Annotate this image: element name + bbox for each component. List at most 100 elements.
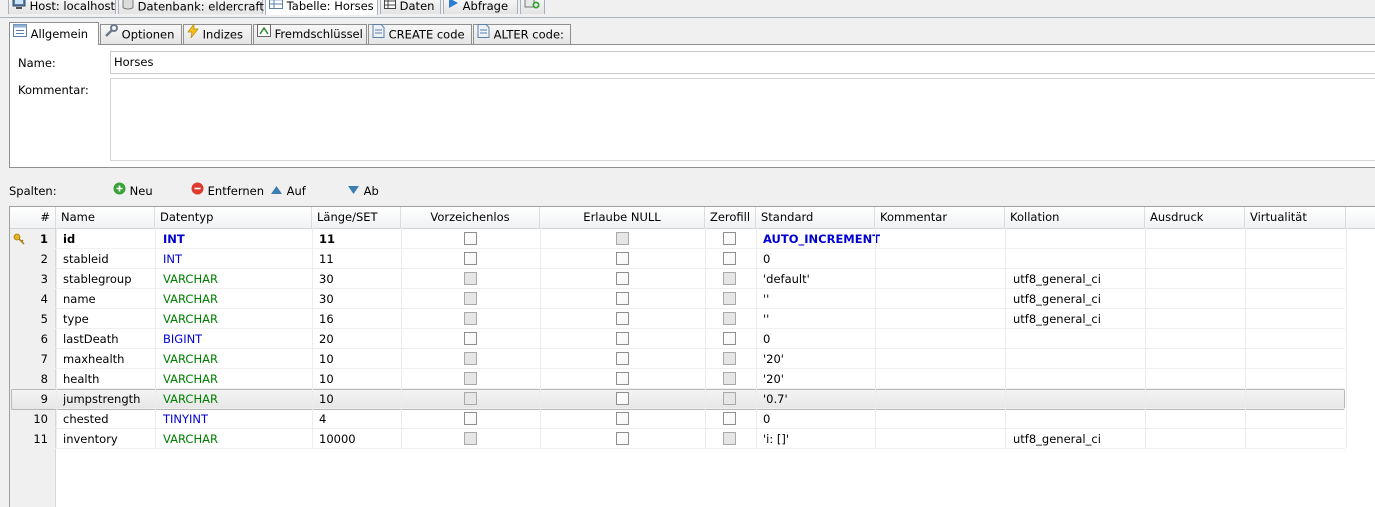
header-name[interactable]: Name [56,207,155,228]
datatype-cell[interactable]: VARCHAR [163,349,218,369]
remove-column-button[interactable]: Entfernen [191,182,264,199]
table-row[interactable]: 3 stablegroup VARCHAR 30 'default' utf8_gener… [10,269,1375,289]
default-cell[interactable]: 0 [763,409,770,429]
add-column-button[interactable]: Neu [113,182,153,199]
column-name-cell[interactable]: chested [63,409,109,429]
datatype-cell[interactable]: VARCHAR [163,389,218,409]
table-row[interactable]: 8 health VARCHAR 10 '20' [10,369,1375,389]
length-cell[interactable]: 30 [319,269,334,289]
header-datatype[interactable]: Datentyp [155,207,312,228]
collation-cell[interactable]: utf8_general_ci [1013,269,1101,289]
unsigned-checkbox[interactable] [464,232,477,245]
allow-null-checkbox[interactable] [616,272,629,285]
column-name-cell[interactable]: jumpstrength [63,389,140,409]
allow-null-checkbox[interactable] [616,312,629,325]
header-length[interactable]: Länge/SET [312,207,401,228]
unsigned-checkbox[interactable] [464,272,477,285]
table-row[interactable]: 10 chested TINYINT 4 0 [10,409,1375,429]
default-cell[interactable]: '20' [763,369,784,389]
tab-new-query[interactable] [520,0,545,14]
move-up-button[interactable]: Auf [270,183,306,199]
datatype-cell[interactable]: INT [163,229,185,249]
column-name-cell[interactable]: name [63,289,96,309]
datatype-cell[interactable]: TINYINT [163,409,208,429]
columns-grid[interactable]: # Name Datentyp Länge/SET Vorzeichenlos … [9,206,1375,507]
length-cell[interactable]: 10 [319,389,334,409]
header-virtuality[interactable]: Virtualität [1245,207,1346,228]
tab-foreign-keys[interactable]: Fremdschlüssel [253,24,367,44]
length-cell[interactable]: 11 [319,229,335,249]
allow-null-checkbox[interactable] [616,252,629,265]
default-cell[interactable]: 'default' [763,269,810,289]
datatype-cell[interactable]: VARCHAR [163,429,218,449]
datatype-cell[interactable]: INT [163,249,182,269]
tab-data[interactable]: Daten [380,0,441,14]
header-unsigned[interactable]: Vorzeichenlos [401,207,540,228]
tab-indexes[interactable]: Indizes [183,22,252,44]
column-name-cell[interactable]: inventory [63,429,118,449]
tab-table[interactable]: Tabelle: Horses [265,0,378,15]
default-cell[interactable]: 0 [763,329,770,349]
table-name-input[interactable]: Horses [110,51,1375,74]
unsigned-checkbox[interactable] [464,252,477,265]
unsigned-checkbox[interactable] [464,352,477,365]
length-cell[interactable]: 16 [319,309,334,329]
table-row[interactable]: 5 type VARCHAR 16 '' utf8_general_ci [10,309,1375,329]
default-cell[interactable]: 0 [763,249,770,269]
table-row[interactable]: 4 name VARCHAR 30 '' utf8_general_ci [10,289,1375,309]
column-name-cell[interactable]: health [63,369,99,389]
length-cell[interactable]: 10 [319,369,334,389]
table-row[interactable]: 9 jumpstrength VARCHAR 10 '0.7' [10,389,1375,410]
unsigned-checkbox[interactable] [464,392,477,405]
default-cell[interactable]: '' [763,309,769,329]
table-row[interactable]: 2 stableid INT 11 0 [10,249,1375,269]
datatype-cell[interactable]: BIGINT [163,329,202,349]
tab-options[interactable]: Optionen [100,24,182,44]
allow-null-checkbox[interactable] [616,392,629,405]
allow-null-checkbox[interactable] [616,372,629,385]
unsigned-checkbox[interactable] [464,312,477,325]
zerofill-checkbox[interactable] [723,392,736,405]
allow-null-checkbox[interactable] [616,292,629,305]
header-number[interactable]: # [10,207,56,228]
zerofill-checkbox[interactable] [723,272,736,285]
default-cell[interactable]: '0.7' [763,389,788,409]
zerofill-checkbox[interactable] [723,292,736,305]
zerofill-checkbox[interactable] [723,332,736,345]
header-expression[interactable]: Ausdruck [1145,207,1245,228]
tab-database[interactable]: Datenbank: eldercraft [118,0,264,14]
table-comment-input[interactable] [110,78,1375,161]
unsigned-checkbox[interactable] [464,372,477,385]
allow-null-checkbox[interactable] [616,332,629,345]
tab-query[interactable]: Abfrage [443,0,518,14]
column-name-cell[interactable]: id [63,229,75,249]
header-allow-null[interactable]: Erlaube NULL [540,207,705,228]
zerofill-checkbox[interactable] [723,412,736,425]
zerofill-checkbox[interactable] [723,252,736,265]
unsigned-checkbox[interactable] [464,412,477,425]
collation-cell[interactable]: utf8_general_ci [1013,429,1101,449]
zerofill-checkbox[interactable] [723,312,736,325]
length-cell[interactable]: 4 [319,409,326,429]
allow-null-checkbox[interactable] [616,412,629,425]
header-collation[interactable]: Kollation [1005,207,1145,228]
datatype-cell[interactable]: VARCHAR [163,369,218,389]
length-cell[interactable]: 30 [319,289,334,309]
table-row[interactable]: 11 inventory VARCHAR 10000 'i: []' utf8_gener… [10,429,1375,449]
datatype-cell[interactable]: VARCHAR [163,309,218,329]
length-cell[interactable]: 10 [319,349,334,369]
table-row[interactable]: 6 lastDeath BIGINT 20 0 [10,329,1375,349]
default-cell[interactable]: 'i: []' [763,429,789,449]
tab-host[interactable]: Host: localhost [8,0,116,14]
default-cell[interactable]: '20' [763,349,784,369]
header-zerofill[interactable]: Zerofill [705,207,756,228]
zerofill-checkbox[interactable] [723,232,736,245]
allow-null-checkbox[interactable] [616,232,629,245]
table-row[interactable]: 1 id INT 11 AUTO_INCREMENT [10,229,1375,249]
move-down-button[interactable]: Ab [347,183,379,199]
length-cell[interactable]: 10000 [319,429,356,449]
zerofill-checkbox[interactable] [723,432,736,445]
zerofill-checkbox[interactable] [723,352,736,365]
column-name-cell[interactable]: stableid [63,249,109,269]
table-row[interactable]: 7 maxhealth VARCHAR 10 '20' [10,349,1375,369]
